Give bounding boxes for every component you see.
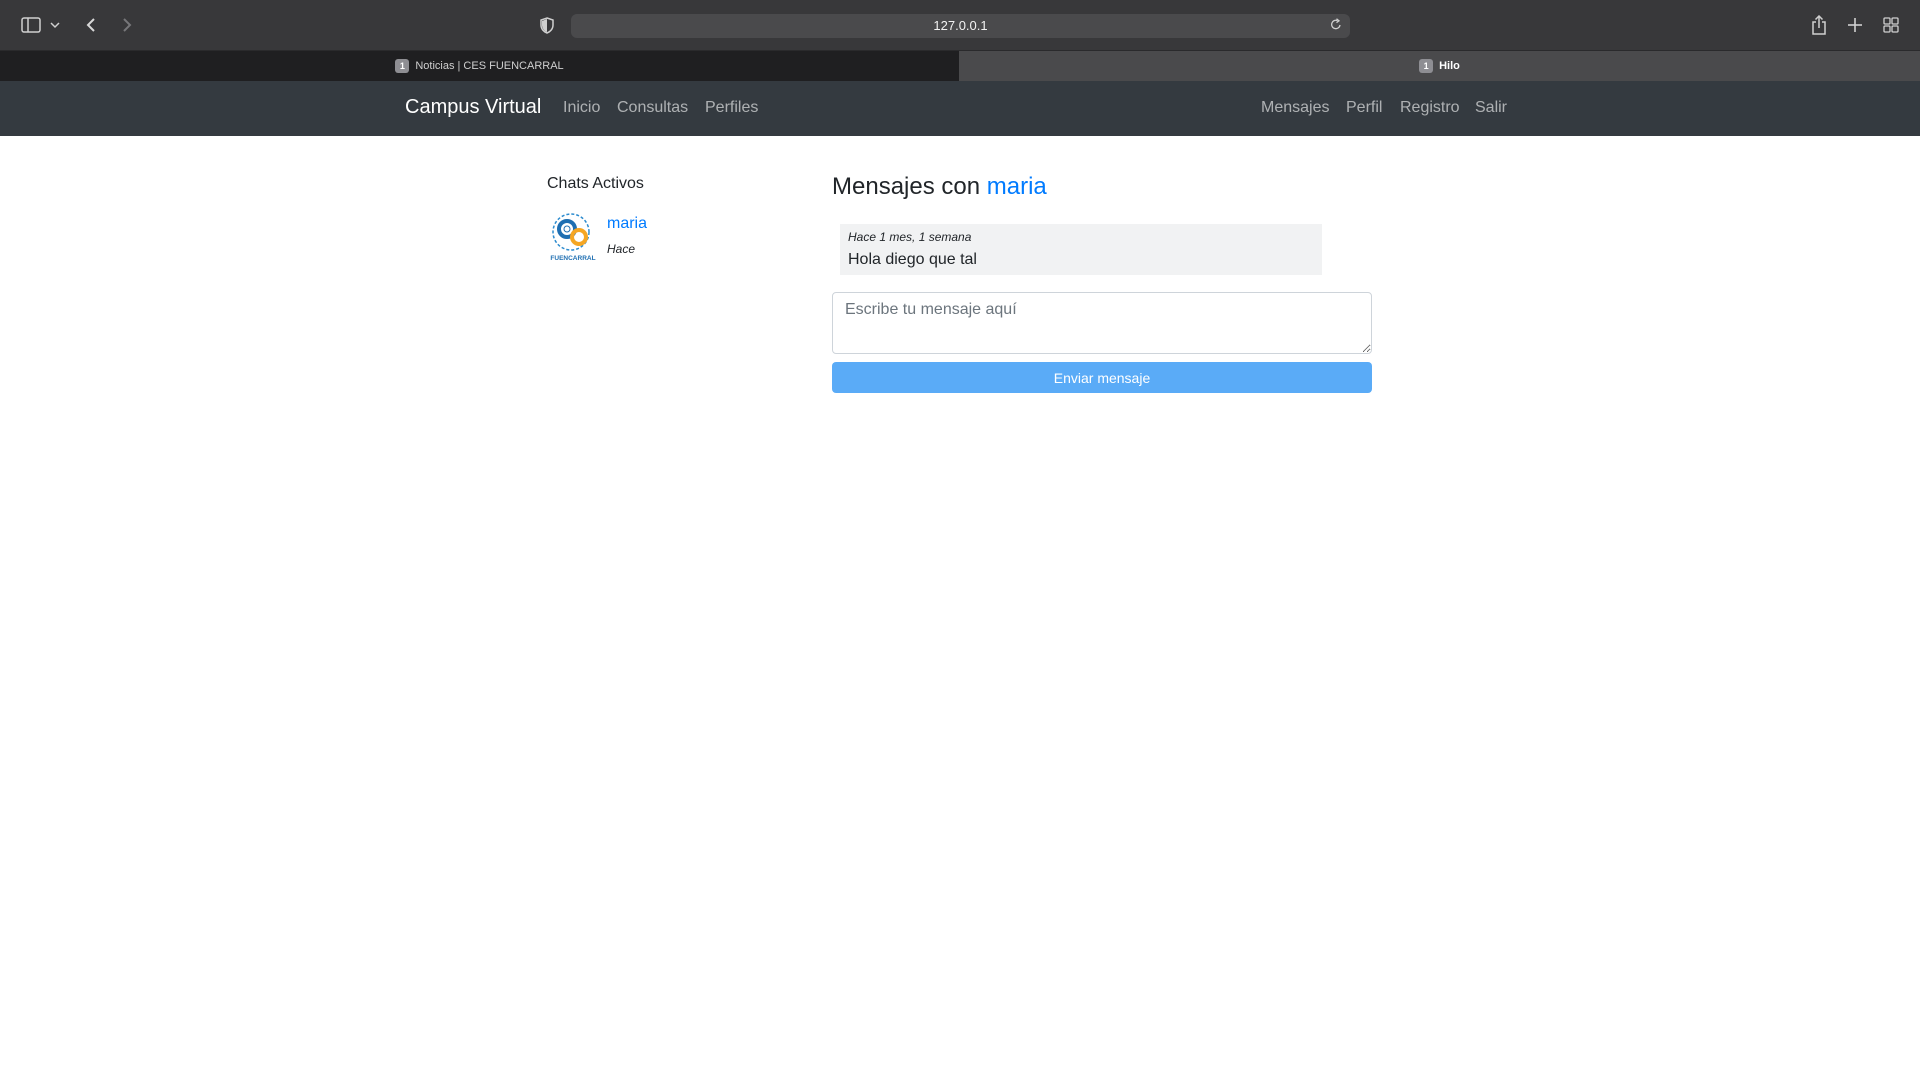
nav-link-perfil[interactable]: Perfil bbox=[1346, 99, 1382, 117]
address-bar[interactable]: 127.0.0.1 bbox=[571, 14, 1350, 38]
new-tab-icon[interactable] bbox=[1844, 14, 1866, 36]
reload-icon[interactable] bbox=[1330, 18, 1342, 36]
site-navbar: Campus Virtual Inicio Consultas Perfiles… bbox=[0, 81, 1920, 136]
chevron-down-icon[interactable] bbox=[48, 14, 62, 36]
tab-favicon-badge: 1 bbox=[395, 59, 410, 73]
conversation-title: Mensajes con maria bbox=[832, 173, 1047, 201]
chat-item-maria[interactable]: FUENCARRAL maria Hace bbox=[547, 211, 747, 265]
tab-overview-icon[interactable] bbox=[1880, 14, 1902, 36]
url-text[interactable]: 127.0.0.1 bbox=[571, 18, 1350, 33]
nav-link-inicio[interactable]: Inicio bbox=[563, 99, 600, 117]
nav-link-registro[interactable]: Registro bbox=[1400, 99, 1460, 117]
conversation-user: maria bbox=[986, 173, 1047, 200]
share-icon[interactable] bbox=[1808, 14, 1830, 36]
send-message-button[interactable]: Enviar mensaje bbox=[832, 362, 1372, 393]
tab-label: Noticias | CES FUENCARRAL bbox=[415, 60, 564, 72]
tab-favicon-badge: 1 bbox=[1419, 59, 1434, 73]
tab-label: Hilo bbox=[1439, 60, 1460, 72]
nav-link-mensajes[interactable]: Mensajes bbox=[1261, 99, 1329, 117]
nav-link-perfiles[interactable]: Perfiles bbox=[705, 99, 758, 117]
chat-name[interactable]: maria bbox=[607, 215, 647, 233]
privacy-shield-icon[interactable] bbox=[536, 14, 558, 36]
nav-link-salir[interactable]: Salir bbox=[1475, 99, 1507, 117]
tab-hilo[interactable]: 1 Hilo bbox=[959, 51, 1920, 81]
forward-icon[interactable] bbox=[116, 14, 138, 36]
avatar-logo-text: FUENCARRAL bbox=[550, 255, 595, 262]
message-input[interactable] bbox=[832, 292, 1372, 354]
message-time: Hace 1 mes, 1 semana bbox=[848, 230, 972, 244]
conversation-title-prefix: Mensajes con bbox=[832, 173, 981, 200]
back-icon[interactable] bbox=[80, 14, 102, 36]
chats-title: Chats Activos bbox=[547, 175, 644, 192]
tab-noticias[interactable]: 1 Noticias | CES FUENCARRAL bbox=[0, 51, 959, 81]
chat-time: Hace bbox=[607, 242, 636, 256]
tab-bar: 1 Noticias | CES FUENCARRAL 1 Hilo bbox=[0, 51, 1920, 81]
sidebar-toggle-icon[interactable] bbox=[20, 14, 42, 36]
nav-link-consultas[interactable]: Consultas bbox=[617, 99, 688, 117]
brand-link[interactable]: Campus Virtual bbox=[405, 96, 541, 119]
browser-toolbar: 127.0.0.1 bbox=[0, 0, 1920, 51]
message-text: Hola diego que tal bbox=[848, 251, 977, 268]
avatar: FUENCARRAL bbox=[547, 211, 599, 263]
message-bubble: Hace 1 mes, 1 semana Hola diego que tal bbox=[840, 224, 1322, 275]
